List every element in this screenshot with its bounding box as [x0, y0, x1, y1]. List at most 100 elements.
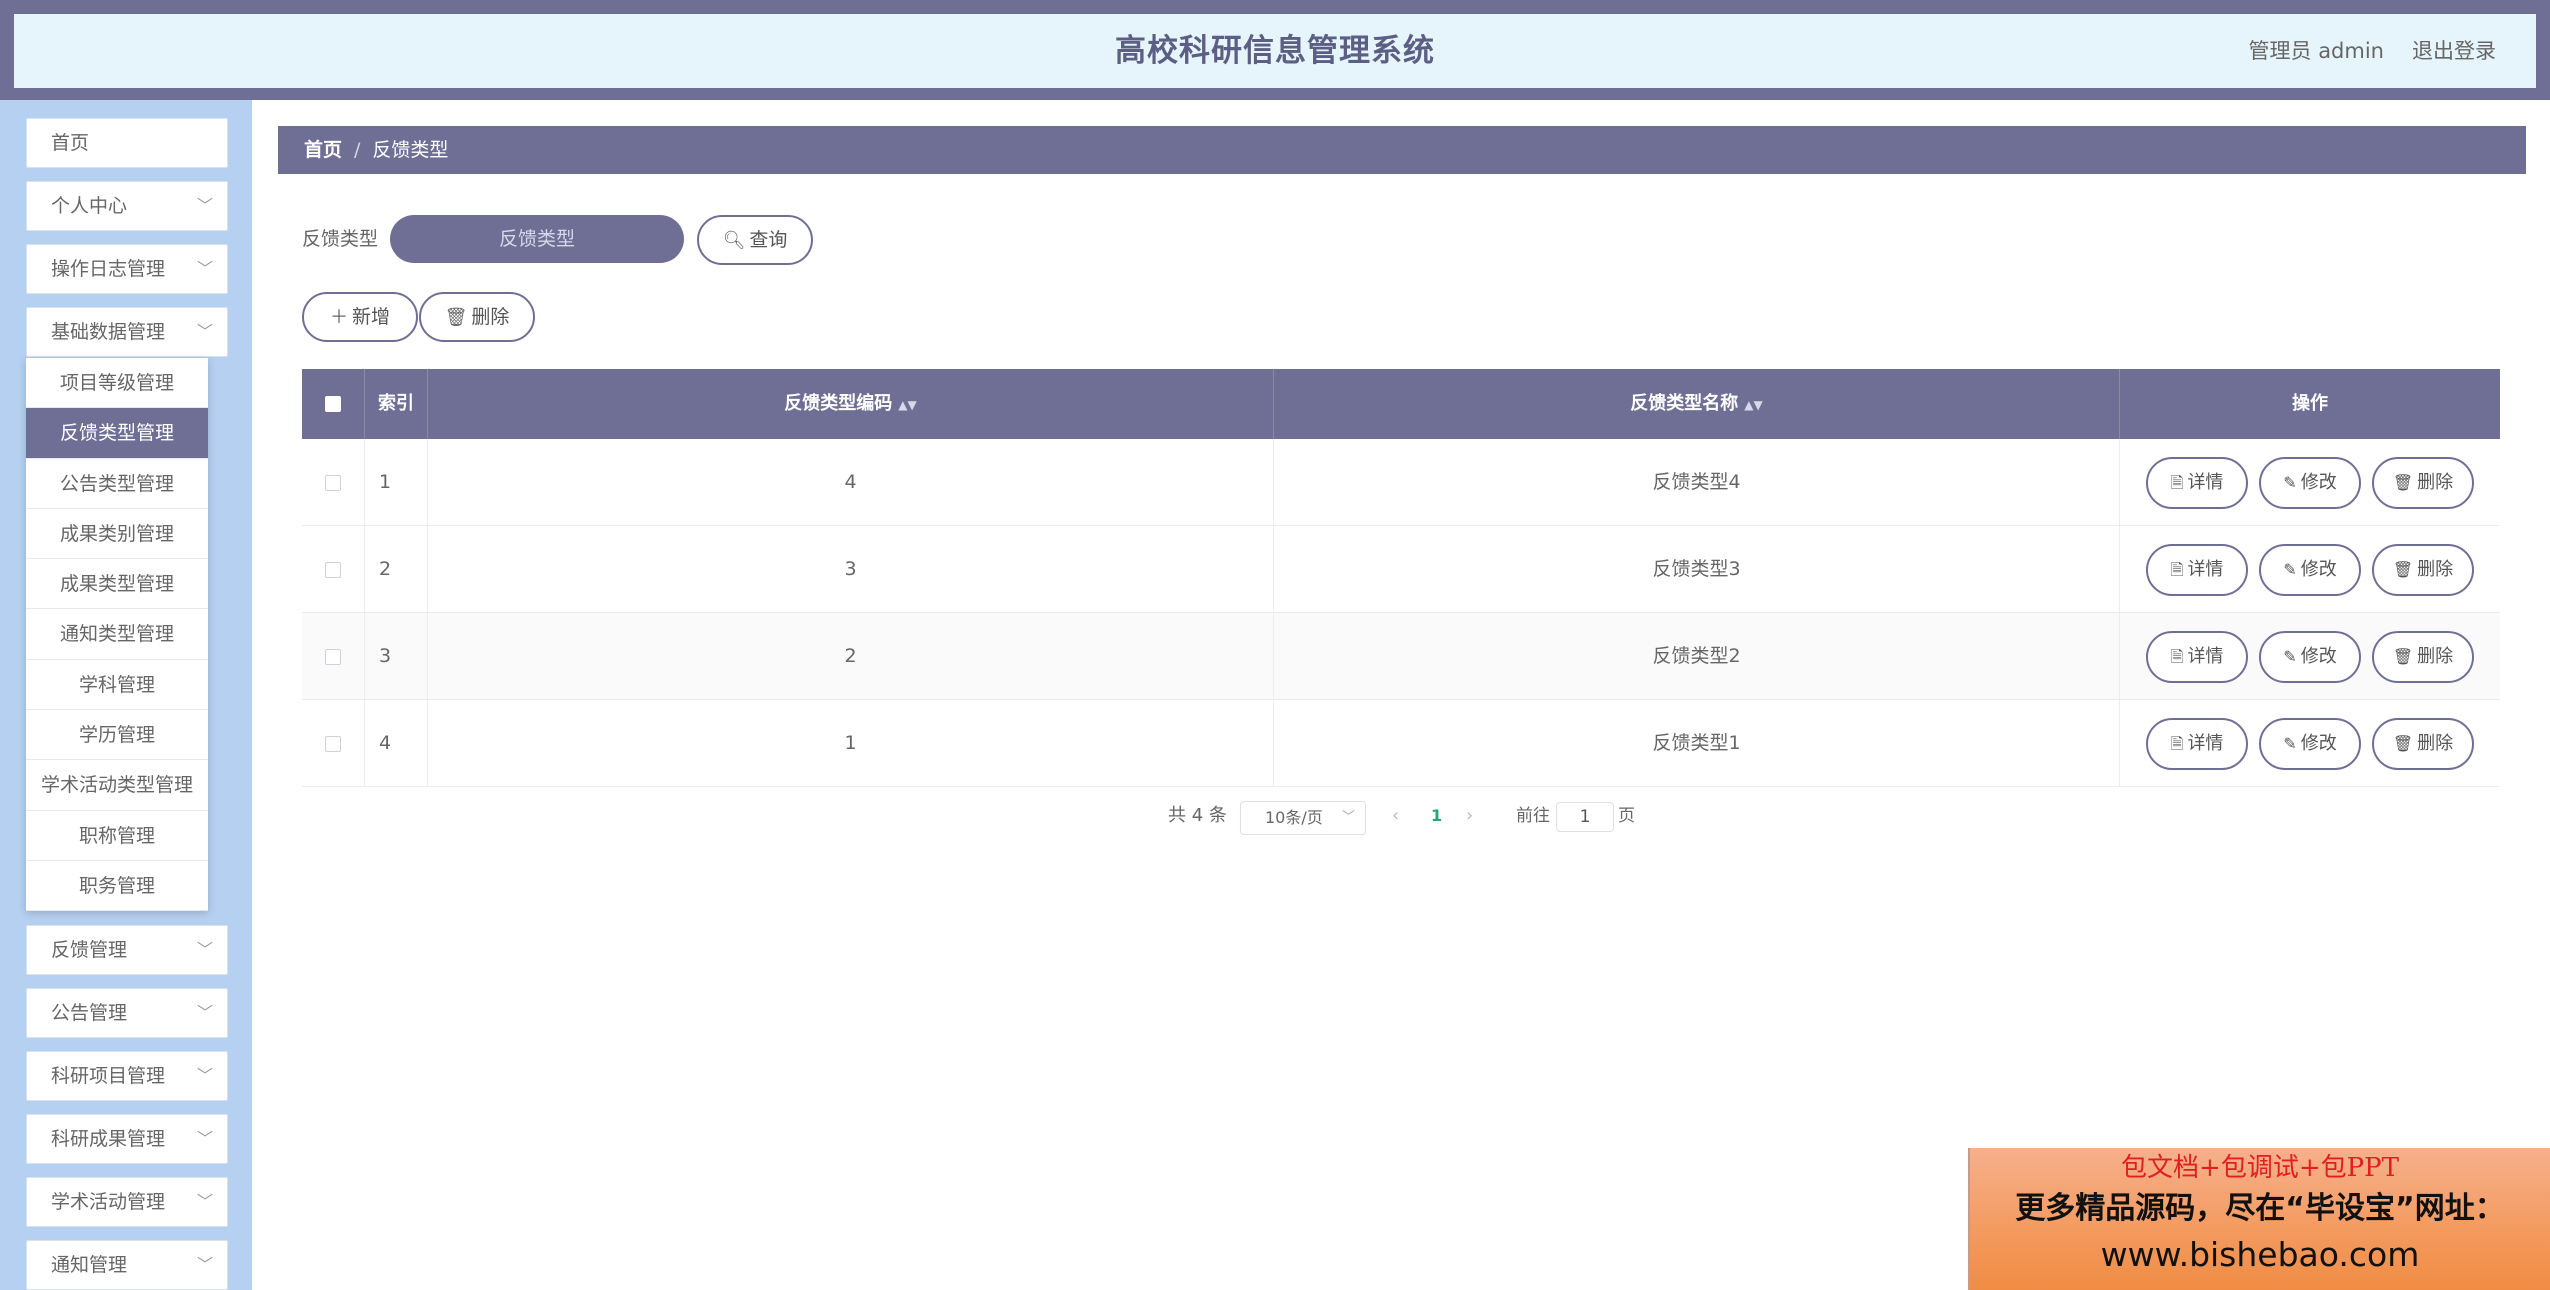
chevron-left-icon[interactable]: ‹: [1392, 800, 1399, 832]
delete-button[interactable]: 🗑︎ 删除: [2372, 457, 2474, 509]
cell-actions: 🗎 详情 ✎ 修改 🗑︎ 删除: [2120, 526, 2500, 613]
submenu-item-announcement-type[interactable]: 公告类型管理: [26, 459, 208, 509]
edit-button-label: 修改: [2300, 733, 2337, 754]
header-code[interactable]: 反馈类型编码 ▲▼: [428, 369, 1274, 439]
plus-icon: ＋: [329, 307, 348, 328]
batch-delete-button[interactable]: 🗑︎ 删除: [419, 292, 535, 342]
sidebar-item-basic-data[interactable]: 基础数据管理 ﹀: [26, 307, 228, 357]
row-checkbox[interactable]: [325, 561, 341, 578]
breadcrumb: 首页 / 反馈类型: [278, 126, 2526, 174]
goto-prefix: 前往: [1516, 806, 1550, 826]
sidebar-item-feedback[interactable]: 反馈管理 ﹀: [26, 925, 228, 975]
submenu-item-result-type[interactable]: 成果类型管理: [26, 559, 208, 610]
search-input[interactable]: [390, 215, 684, 263]
detail-button-label: 详情: [2187, 733, 2224, 754]
query-button-label: 查询: [749, 229, 788, 251]
trash-icon: 🗑︎: [2392, 560, 2414, 579]
edit-button[interactable]: ✎ 修改: [2259, 631, 2361, 683]
edit-button[interactable]: ✎ 修改: [2259, 718, 2361, 770]
sidebar-item-label: 基础数据管理: [51, 321, 166, 343]
document-icon: 🗎: [2170, 647, 2184, 666]
chevron-down-icon: ﹀: [196, 1255, 213, 1274]
data-table: 索引 反馈类型编码 ▲▼ 反馈类型名称 ▲▼ 操作 1 4 反馈类型4 🗎 详情 ✎ 修…: [302, 369, 2500, 787]
sort-icon[interactable]: ▲▼: [898, 398, 916, 412]
edit-icon: ✎: [2283, 647, 2297, 666]
table-header: 索引 反馈类型编码 ▲▼ 反馈类型名称 ▲▼ 操作: [302, 369, 2500, 439]
sidebar-item-academic-activity[interactable]: 学术活动管理 ﹀: [26, 1177, 228, 1227]
sidebar-item-label: 个人中心: [51, 195, 128, 217]
logout-link[interactable]: 退出登录: [2412, 14, 2496, 88]
edit-button-label: 修改: [2300, 646, 2337, 667]
submenu-item-position[interactable]: 职务管理: [26, 861, 208, 912]
detail-button[interactable]: 🗎 详情: [2146, 718, 2248, 770]
cell-name: 反馈类型1: [1274, 700, 2120, 787]
sidebar-item-label: 通知管理: [51, 1254, 128, 1276]
table-row: 2 3 反馈类型3 🗎 详情 ✎ 修改 🗑︎ 删除: [302, 526, 2500, 613]
cell-name: 反馈类型3: [1274, 526, 2120, 613]
document-icon: 🗎: [2170, 560, 2184, 579]
submenu-item-notification-type[interactable]: 通知类型管理: [26, 609, 208, 660]
delete-button[interactable]: 🗑︎ 删除: [2372, 718, 2474, 770]
sidebar-item-operation-log[interactable]: 操作日志管理 ﹀: [26, 244, 228, 294]
header-actions: 操作: [2292, 393, 2328, 414]
breadcrumb-home[interactable]: 首页: [304, 139, 342, 161]
page-number[interactable]: 1: [1431, 800, 1442, 832]
chevron-right-icon[interactable]: ›: [1466, 800, 1473, 832]
breadcrumb-separator: /: [354, 139, 361, 161]
cell-index: 3: [365, 613, 428, 700]
submenu-item-education[interactable]: 学历管理: [26, 710, 208, 761]
sidebar-item-home[interactable]: 首页: [26, 118, 228, 168]
edit-button[interactable]: ✎ 修改: [2259, 544, 2361, 596]
goto-page-input[interactable]: [1556, 802, 1614, 832]
submenu-basic-data: 项目等级管理 反馈类型管理 公告类型管理 成果类别管理 成果类型管理 通知类型管…: [26, 358, 208, 912]
current-user: 管理员 admin: [2248, 39, 2384, 63]
promo-line-1: 包文档+包调试+包PPT: [2121, 1153, 2399, 1183]
row-checkbox[interactable]: [325, 474, 341, 491]
detail-button[interactable]: 🗎 详情: [2146, 457, 2248, 509]
detail-button[interactable]: 🗎 详情: [2146, 631, 2248, 683]
sidebar-item-announcement[interactable]: 公告管理 ﹀: [26, 988, 228, 1038]
cell-code: 2: [428, 613, 1274, 700]
submenu-item-job-title[interactable]: 职称管理: [26, 811, 208, 861]
delete-button-label: 删除: [2417, 646, 2454, 667]
breadcrumb-current: 反馈类型: [372, 139, 449, 161]
row-checkbox[interactable]: [325, 648, 341, 665]
delete-button[interactable]: 🗑︎ 删除: [2372, 631, 2474, 683]
add-button[interactable]: ＋新增: [302, 292, 418, 342]
edit-button[interactable]: ✎ 修改: [2259, 457, 2361, 509]
add-button-label: 新增: [351, 306, 390, 328]
trash-icon: 🗑︎: [2392, 734, 2414, 753]
chevron-down-icon: ﹀: [196, 1129, 213, 1148]
delete-button-label: 删除: [2417, 472, 2454, 493]
submenu-item-activity-type[interactable]: 学术活动类型管理: [26, 760, 208, 811]
cell-index: 2: [365, 526, 428, 613]
cell-code: 3: [428, 526, 1274, 613]
sidebar-item-label: 公告管理: [51, 1002, 128, 1024]
sidebar-item-profile[interactable]: 个人中心 ﹀: [26, 181, 228, 231]
detail-button-label: 详情: [2187, 472, 2224, 493]
select-all-checkbox[interactable]: [325, 396, 341, 412]
submenu-item-discipline[interactable]: 学科管理: [26, 660, 208, 711]
detail-button[interactable]: 🗎 详情: [2146, 544, 2248, 596]
promo-line-3: www.bishebao.com: [2100, 1235, 2420, 1274]
query-button[interactable]: 🔍︎ 查询: [697, 215, 813, 265]
page-size-select[interactable]: 10条/页 ﹀: [1240, 801, 1366, 835]
sidebar-item-research-project[interactable]: 科研项目管理 ﹀: [26, 1051, 228, 1101]
table-row: 4 1 反馈类型1 🗎 详情 ✎ 修改 🗑︎ 删除: [302, 700, 2500, 787]
sidebar-item-research-result[interactable]: 科研成果管理 ﹀: [26, 1114, 228, 1164]
submenu-item-feedback-type[interactable]: 反馈类型管理: [26, 408, 208, 459]
submenu-item-project-level[interactable]: 项目等级管理: [26, 358, 208, 409]
trash-icon: 🗑︎: [2392, 647, 2414, 666]
sidebar-item-notification[interactable]: 通知管理 ﹀: [26, 1240, 228, 1290]
delete-button[interactable]: 🗑︎ 删除: [2372, 544, 2474, 596]
select-all-cell: [302, 369, 365, 439]
row-select-cell: [302, 613, 365, 700]
chevron-down-icon: ﹀: [196, 940, 213, 959]
submenu-item-result-category[interactable]: 成果类别管理: [26, 509, 208, 560]
row-checkbox[interactable]: [325, 735, 341, 752]
cell-code: 4: [428, 439, 1274, 526]
chevron-down-icon: ﹀: [196, 1192, 213, 1211]
cell-actions: 🗎 详情 ✎ 修改 🗑︎ 删除: [2120, 613, 2500, 700]
header-name[interactable]: 反馈类型名称 ▲▼: [1274, 369, 2120, 439]
sort-icon[interactable]: ▲▼: [1744, 398, 1762, 412]
